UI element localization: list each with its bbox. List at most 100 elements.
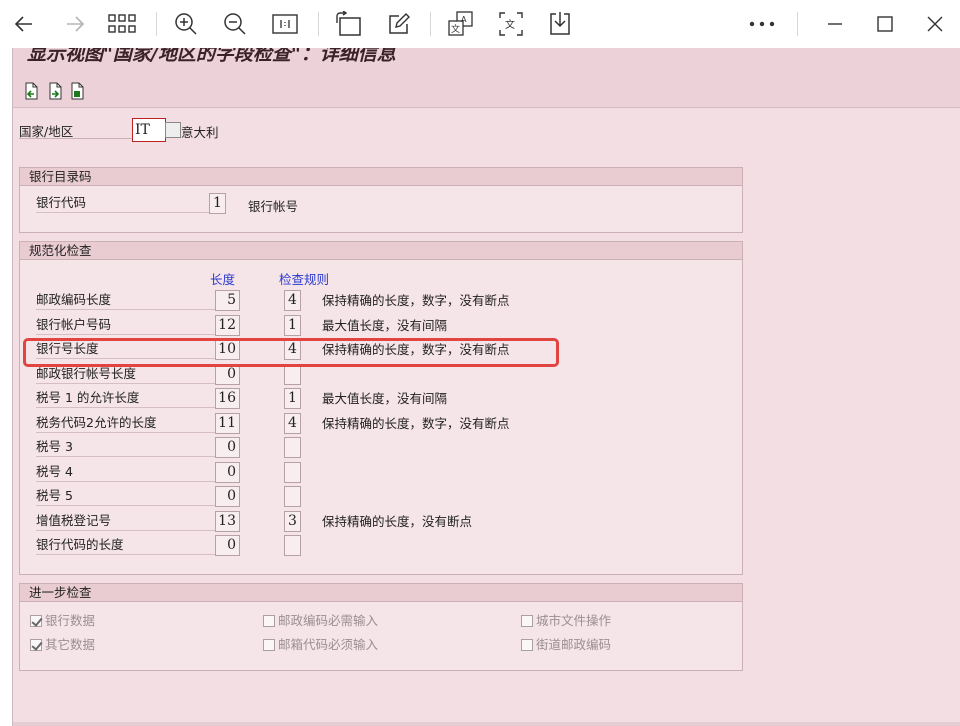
- edit-icon[interactable]: [384, 9, 414, 39]
- application-toolbar: [13, 70, 960, 108]
- other-entry-icon[interactable]: [69, 82, 85, 100]
- length-field[interactable]: 5: [215, 290, 240, 311]
- page-title: 显示视图"国家/地区的字段检查"：详细信息: [27, 48, 396, 65]
- toolbar-divider: [318, 12, 319, 36]
- country-label: 国家/地区: [19, 121, 132, 139]
- rule-field[interactable]: [284, 535, 301, 556]
- svg-text:A: A: [461, 15, 467, 24]
- street-postcode-checkbox[interactable]: 街道邮政编码: [521, 634, 611, 653]
- checkbox-checked[interactable]: [30, 615, 42, 627]
- format-check-group: 规范化检查 长度 检查规则 邮政编码长度 5 4 保持精确的长度，数字，没有断点 银行帐…: [19, 241, 743, 575]
- checkbox-unchecked[interactable]: [521, 615, 533, 627]
- rotate-icon[interactable]: [333, 9, 363, 39]
- length-field[interactable]: 0: [215, 437, 240, 458]
- toolbar-divider: [430, 12, 431, 36]
- rule-field[interactable]: [284, 437, 301, 458]
- length-field[interactable]: 0: [215, 486, 240, 507]
- pobox-required-checkbox[interactable]: 邮箱代码必须输入: [263, 634, 378, 653]
- title-bar: 显示视图"国家/地区的字段检查"：详细信息: [13, 48, 960, 70]
- format-row-label: 邮政编码长度: [36, 290, 216, 310]
- country-name: 意大利: [181, 125, 219, 140]
- rule-description: 最大值长度，没有间隔: [322, 318, 448, 333]
- svg-text:文: 文: [451, 23, 460, 35]
- checkbox-checked[interactable]: [30, 639, 42, 651]
- text-recognize-icon[interactable]: 文: [496, 9, 526, 39]
- bank-code-text: 银行帐号: [248, 199, 299, 214]
- rule-description: 保持精确的长度，没有断点: [322, 514, 473, 529]
- postcode-required-checkbox[interactable]: 邮政编码必需输入: [263, 610, 378, 629]
- length-field[interactable]: 0: [215, 462, 240, 483]
- value-help-icon[interactable]: [165, 122, 181, 138]
- rule-field[interactable]: 4: [284, 290, 301, 311]
- rule-description: 保持精确的长度，数字，没有断点: [322, 293, 510, 308]
- further-check-group: 进一步检查 银行数据 邮政编码必需输入 城市文件操作 其它数据 邮箱代码必须输入…: [19, 583, 743, 671]
- format-row-label: 银行帐户号码: [36, 315, 216, 335]
- length-field[interactable]: 0: [215, 364, 240, 385]
- close-icon[interactable]: [920, 9, 950, 39]
- further-check-title: 进一步检查: [20, 584, 742, 602]
- rule-description: 最大值长度，没有间隔: [322, 391, 448, 406]
- format-row-label: 税务代码2允许的长度: [36, 413, 216, 433]
- more-icon[interactable]: [747, 9, 777, 39]
- city-file-checkbox[interactable]: 城市文件操作: [521, 610, 611, 629]
- bank-code-field[interactable]: 1: [209, 193, 226, 214]
- country-value: IT: [135, 122, 150, 138]
- next-entry-icon[interactable]: [47, 82, 63, 100]
- rule-field[interactable]: 1: [284, 388, 301, 409]
- length-field[interactable]: 13: [215, 511, 240, 532]
- format-row-label: 邮政银行帐号长度: [36, 364, 216, 384]
- length-field[interactable]: 16: [215, 388, 240, 409]
- city-file-label: 城市文件操作: [536, 613, 612, 628]
- bottom-edge: [13, 722, 960, 726]
- bank-data-label: 银行数据: [45, 613, 96, 628]
- zoom-in-icon[interactable]: [171, 9, 201, 39]
- format-row-label: 税号 5: [36, 486, 216, 506]
- grid-view-icon[interactable]: [108, 9, 138, 39]
- translate-icon[interactable]: A文: [446, 9, 476, 39]
- format-row-label: 银行代码的长度: [36, 535, 216, 555]
- checkbox-unchecked[interactable]: [263, 615, 275, 627]
- other-data-checkbox[interactable]: 其它数据: [30, 634, 95, 653]
- viewer-toolbar: A文 文: [0, 0, 960, 48]
- bank-directory-group: 银行目录码 银行代码 1 银行帐号: [19, 167, 743, 233]
- length-column-header: 长度: [210, 272, 236, 287]
- forward-arrow-icon[interactable]: [60, 9, 90, 39]
- maximize-icon[interactable]: [870, 9, 900, 39]
- pobox-required-label: 邮箱代码必须输入: [278, 637, 379, 652]
- bank-directory-title: 银行目录码: [20, 168, 742, 186]
- rule-field[interactable]: [284, 364, 301, 385]
- back-arrow-icon[interactable]: [9, 9, 39, 39]
- rule-column-header: 检查规则: [279, 272, 330, 287]
- street-postcode-label: 街道邮政编码: [536, 637, 612, 652]
- rule-description: 保持精确的长度，数字，没有断点: [322, 416, 510, 431]
- rule-field[interactable]: [284, 486, 301, 507]
- format-check-title: 规范化检查: [20, 242, 742, 260]
- bank-code-label: 银行代码: [36, 193, 216, 213]
- rule-field[interactable]: 1: [284, 315, 301, 336]
- format-row-label: 税号 3: [36, 437, 216, 457]
- length-field[interactable]: 11: [215, 413, 240, 434]
- format-row-label: 税号 1 的允许长度: [36, 388, 216, 408]
- format-row-label: 税号 4: [36, 462, 216, 482]
- length-field[interactable]: 12: [215, 315, 240, 336]
- bank-data-checkbox[interactable]: 银行数据: [30, 610, 95, 629]
- rule-field[interactable]: 4: [284, 413, 301, 434]
- previous-entry-icon[interactable]: [23, 82, 39, 100]
- checkbox-unchecked[interactable]: [263, 639, 275, 651]
- fit-page-icon[interactable]: [270, 9, 300, 39]
- svg-text:文: 文: [505, 18, 515, 31]
- other-data-label: 其它数据: [45, 637, 96, 652]
- toolbar-divider: [156, 12, 157, 36]
- download-icon[interactable]: [545, 9, 575, 39]
- rule-field[interactable]: [284, 462, 301, 483]
- format-row-label: 增值税登记号: [36, 511, 216, 531]
- sap-screen: 显示视图"国家/地区的字段检查"：详细信息 国家/地区 IT 意大利 银行目录码…: [12, 48, 960, 726]
- minimize-icon[interactable]: [820, 9, 850, 39]
- toolbar-divider: [797, 12, 798, 36]
- highlight-annotation: [23, 338, 559, 367]
- zoom-out-icon[interactable]: [220, 9, 250, 39]
- postcode-required-label: 邮政编码必需输入: [278, 613, 379, 628]
- checkbox-unchecked[interactable]: [521, 639, 533, 651]
- length-field[interactable]: 0: [215, 535, 240, 556]
- rule-field[interactable]: 3: [284, 511, 301, 532]
